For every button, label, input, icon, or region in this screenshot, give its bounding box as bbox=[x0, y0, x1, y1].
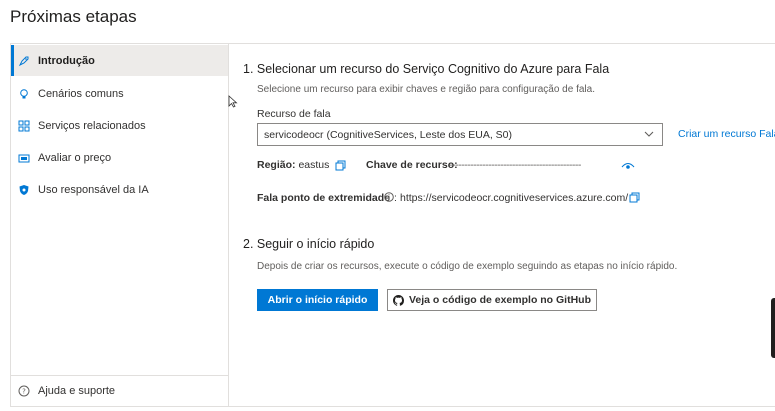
resource-label: Recurso de fala bbox=[257, 108, 331, 120]
sidebar-item-introducao[interactable]: Introdução bbox=[11, 45, 228, 76]
resource-dropdown[interactable]: servicodeocr (CognitiveServices, Leste d… bbox=[257, 123, 663, 146]
help-support-link[interactable]: ? Ajuda e suporte bbox=[11, 375, 228, 406]
sidebar-item-label: Avaliar o preço bbox=[38, 151, 112, 164]
shield-icon bbox=[18, 184, 30, 196]
price-tag-icon bbox=[18, 152, 30, 164]
section2-title: 2. Seguir o início rápido bbox=[243, 237, 375, 251]
sidebar-item-label: Serviços relacionados bbox=[38, 119, 146, 132]
section1-subtitle: Selecione um recurso para exibir chaves … bbox=[257, 84, 595, 95]
sidebar: Introdução Cenários comuns Serviços rela… bbox=[11, 44, 229, 406]
sidebar-item-preco[interactable]: Avaliar o preço bbox=[11, 142, 228, 173]
chevron-down-icon bbox=[644, 131, 654, 137]
svg-text:?: ? bbox=[22, 388, 26, 396]
section1-title: 1. Selecionar um recurso do Serviço Cogn… bbox=[243, 62, 610, 76]
sidebar-item-label: Cenários comuns bbox=[38, 87, 124, 100]
lightbulb-icon bbox=[18, 88, 30, 100]
github-button-label: Veja o código de exemplo no GitHub bbox=[408, 294, 592, 306]
sidebar-item-servicos[interactable]: Serviços relacionados bbox=[11, 110, 228, 141]
info-icon[interactable] bbox=[384, 192, 394, 202]
sidebar-item-label: Uso responsável da IA bbox=[38, 183, 149, 196]
resource-dropdown-value: servicodeocr (CognitiveServices, Leste d… bbox=[264, 128, 513, 141]
sidebar-item-cenarios[interactable]: Cenários comuns bbox=[11, 78, 228, 109]
github-icon bbox=[392, 294, 404, 306]
content-area: 1. Selecionar um recurso do Serviço Cogn… bbox=[243, 44, 775, 406]
grid-icon bbox=[18, 120, 30, 132]
github-sample-button[interactable]: Veja o código de exemplo no GitHub bbox=[387, 289, 597, 311]
sidebar-item-uso-responsavel[interactable]: Uso responsável da IA bbox=[11, 174, 228, 205]
region-row: Região: eastus bbox=[257, 159, 329, 171]
endpoint-value: https://servicodeocr.cognitiveservices.a… bbox=[400, 192, 629, 204]
mouse-cursor-icon bbox=[228, 95, 238, 108]
page-title: Próximas etapas bbox=[10, 7, 137, 26]
key-value: ----------------------------------------… bbox=[449, 159, 581, 171]
section2-subtitle: Depois de criar os recursos, execute o c… bbox=[257, 261, 678, 272]
region-label: Região: bbox=[257, 159, 296, 171]
open-quickstart-button[interactable]: Abrir o início rápido bbox=[257, 289, 378, 311]
edge-decoration bbox=[771, 298, 775, 358]
endpoint-label: Fala ponto de extremidade bbox=[257, 192, 391, 204]
main-panel: Introdução Cenários comuns Serviços rela… bbox=[10, 43, 775, 407]
create-resource-link[interactable]: Criar um recurso Fala bbox=[678, 128, 775, 140]
question-circle-icon: ? bbox=[18, 385, 30, 397]
sidebar-item-label: Introdução bbox=[38, 54, 95, 67]
copy-region-icon[interactable] bbox=[335, 160, 346, 171]
region-value: eastus bbox=[298, 159, 330, 171]
eye-icon[interactable] bbox=[621, 161, 635, 171]
rocket-icon bbox=[18, 55, 30, 67]
copy-endpoint-icon[interactable] bbox=[629, 192, 640, 203]
key-label: Chave de recurso: bbox=[366, 159, 458, 171]
help-label: Ajuda e suporte bbox=[38, 385, 116, 397]
endpoint-colon: : bbox=[394, 192, 397, 204]
